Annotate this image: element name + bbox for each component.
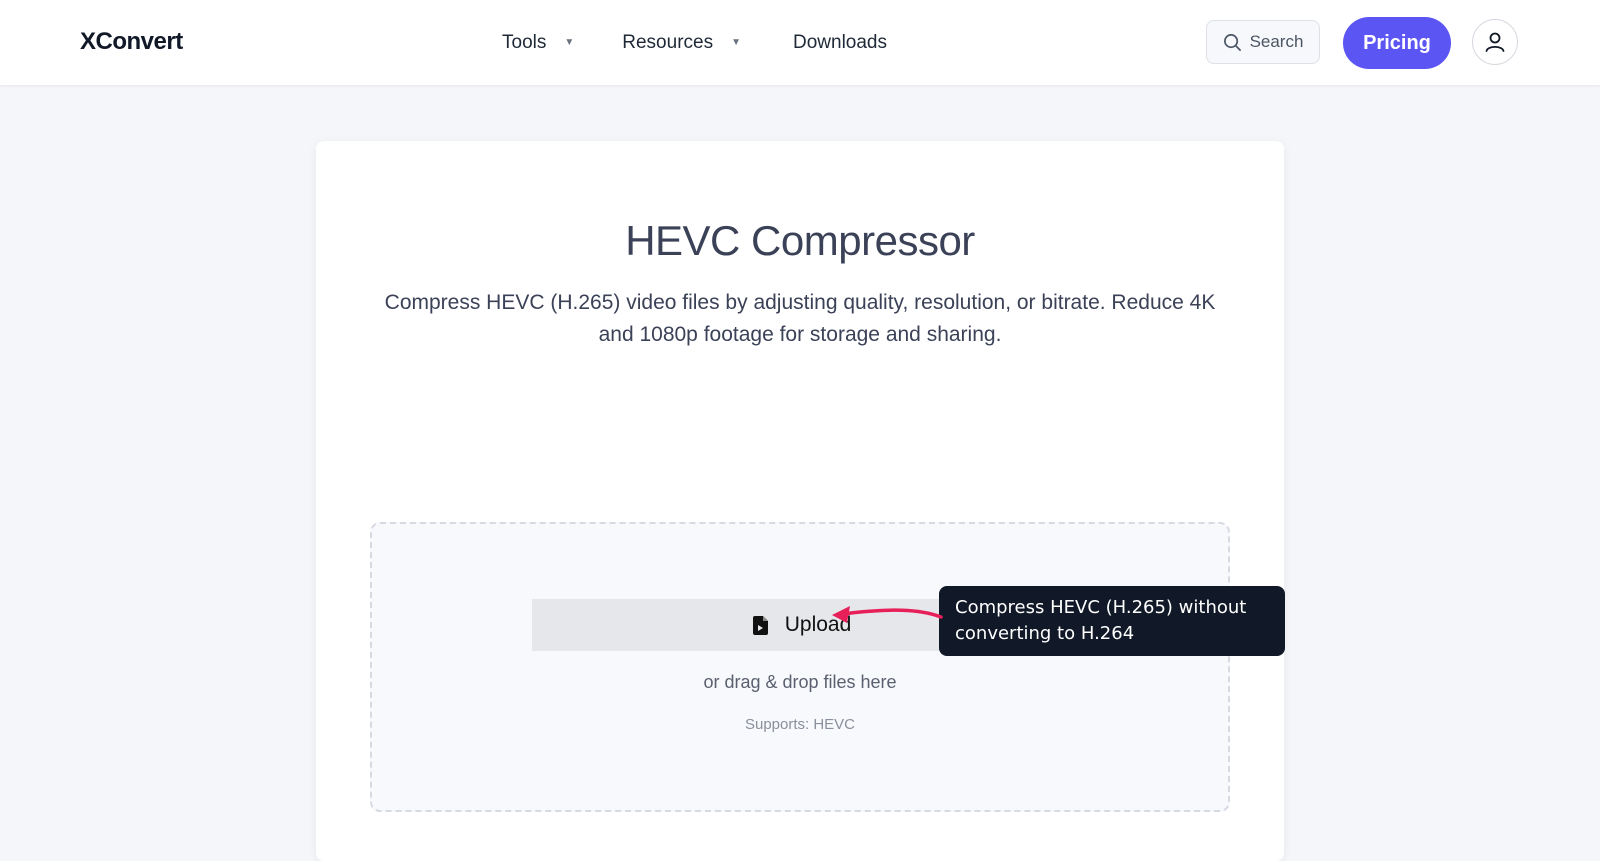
search-button[interactable]: Search: [1206, 20, 1320, 64]
top-navigation-bar: XConvert Tools ▼ Resources ▼ Downloads S…: [0, 0, 1600, 85]
supported-formats: Supports: HEVC: [744, 716, 856, 733]
nav-item-label: Downloads: [793, 31, 887, 53]
user-account-button[interactable]: [1472, 19, 1518, 65]
main-nav: Tools ▼ Resources ▼ Downloads: [502, 0, 887, 85]
caret-down-icon: ▼: [564, 37, 575, 48]
feature-tooltip: Compress HEVC (H.265) without converting…: [939, 586, 1285, 656]
file-dropzone[interactable]: Upload or drag & drop files here Support…: [370, 522, 1230, 812]
search-icon: [1223, 33, 1241, 51]
nav-item-label: Resources: [622, 31, 714, 53]
logo[interactable]: XConvert: [80, 28, 183, 56]
search-label: Search: [1249, 32, 1304, 51]
nav-item-resources[interactable]: Resources ▼: [622, 32, 741, 54]
page-title: HEVC Compressor: [625, 217, 975, 264]
arrow-annotation: [832, 606, 943, 623]
nav-item-downloads[interactable]: Downloads: [793, 32, 887, 54]
compressor-card: HEVC Compressor Compress HEVC (H.265) vi…: [316, 141, 1284, 861]
nav-item-label: Tools: [502, 31, 547, 53]
drag-drop-hint: or drag & drop files here: [703, 672, 897, 692]
user-icon: [1485, 32, 1505, 52]
nav-item-tools[interactable]: Tools ▼: [502, 32, 574, 54]
file-icon: [752, 615, 769, 635]
caret-down-icon: ▼: [731, 37, 741, 48]
page-description: Compress HEVC (H.265) video files by adj…: [384, 291, 1216, 346]
pricing-button[interactable]: Pricing: [1343, 17, 1451, 69]
